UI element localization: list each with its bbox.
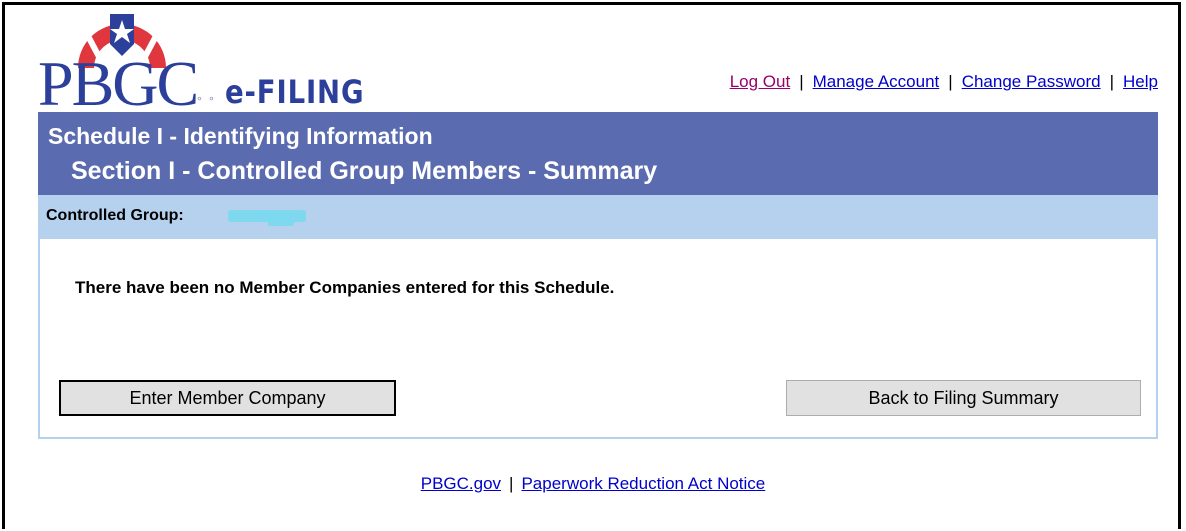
nav-separator: | [1109,72,1115,91]
nav-separator: | [948,72,953,91]
change-password-link[interactable]: Change Password [962,72,1101,91]
help-link[interactable]: Help [1123,72,1158,91]
logo-dots: ∘ ∘ [196,93,216,105]
empty-state-message: There have been no Member Companies ente… [75,278,615,297]
nav-separator: | [799,72,804,91]
logout-link[interactable]: Log Out [730,72,791,91]
pbgc-gov-link[interactable]: PBGC.gov [421,474,501,493]
redacted-group-name [228,210,306,222]
page-subtitle: Section I - Controlled Group Members - S… [71,157,658,185]
top-navigation: Log Out | Manage Account | Change Password | H… [730,72,1158,92]
controlled-group-bar: Controlled Group: [38,195,1158,239]
content-panel: There have been no Member Companies ente… [38,239,1158,439]
back-to-filing-summary-button[interactable]: Back to Filing Summary [786,380,1141,416]
footer-links: PBGC.gov | Paperwork Reduction Act Notice [0,474,1186,494]
logo-pbgc-text: PBGC [38,48,199,119]
pbgc-logo[interactable]: PBGC ∘ ∘ e-FILING PORTAL [38,10,518,151]
footer-separator: | [509,474,514,493]
page-title: Schedule I - Identifying Information [48,123,433,149]
manage-account-link[interactable]: Manage Account [813,72,940,91]
redacted-group-name-tail [268,220,294,226]
controlled-group-label: Controlled Group: [46,207,184,224]
page-header: Schedule I - Identifying Information Sec… [38,112,1158,195]
enter-member-company-button[interactable]: Enter Member Company [59,380,396,416]
paperwork-reduction-act-link[interactable]: Paperwork Reduction Act Notice [521,474,765,493]
